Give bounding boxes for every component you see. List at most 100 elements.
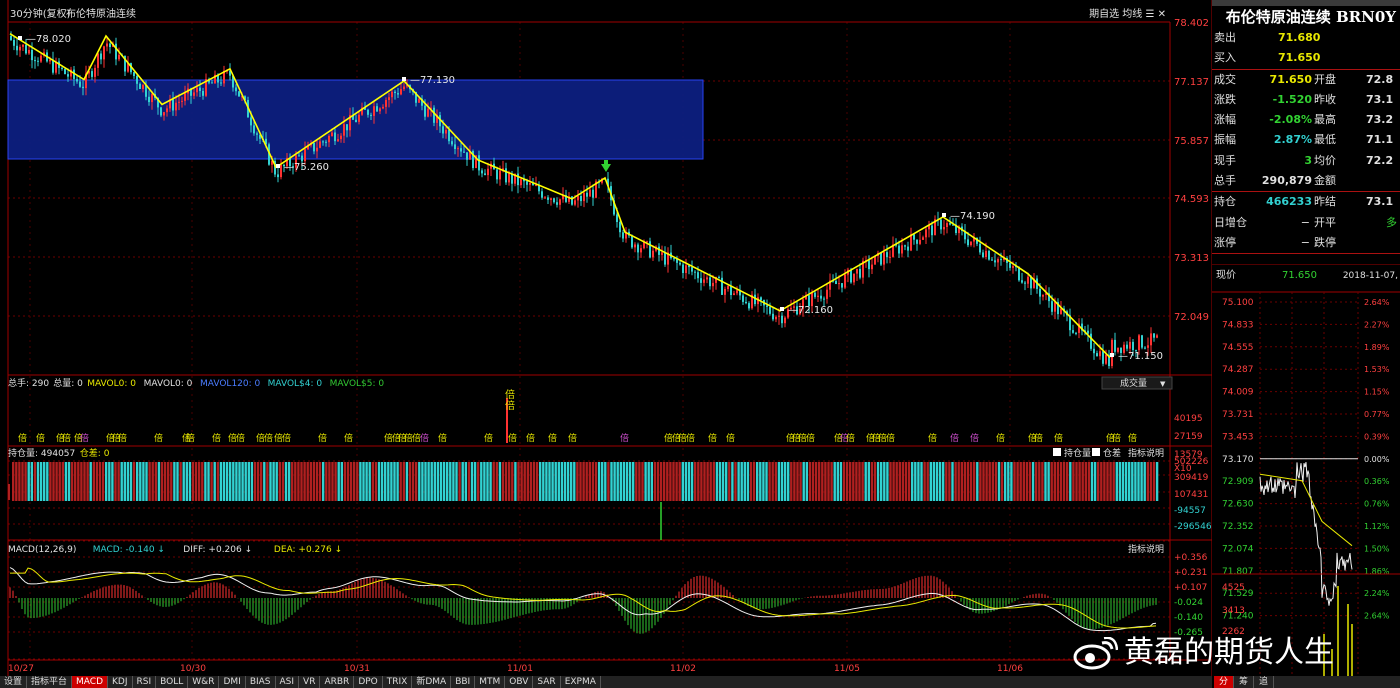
indicator-tab[interactable]: ARBR [320, 676, 355, 688]
oi-bar [67, 462, 71, 501]
oi-bar [247, 462, 250, 501]
right-panel-tabs[interactable]: 分筹追 [1214, 676, 1400, 688]
indicator-tab[interactable]: MTM [475, 676, 506, 688]
indicator-tab[interactable]: BIAS [246, 676, 276, 688]
oi-bar [380, 462, 384, 501]
right-tab[interactable]: 追 [1254, 676, 1275, 688]
right-tab[interactable]: 筹 [1234, 676, 1255, 688]
indicator-tab[interactable]: VR [299, 676, 321, 688]
candle-body [856, 268, 858, 274]
candle-body [1090, 333, 1092, 349]
candle-body [529, 183, 531, 185]
oi-checkbox[interactable] [1053, 448, 1061, 456]
oi-bar [222, 462, 226, 501]
oi-bar [18, 462, 21, 501]
indicator-tab[interactable]: BOLL [156, 676, 189, 688]
candle-body [508, 173, 510, 183]
indicator-tab[interactable]: SAR [533, 676, 561, 688]
indicator-tab[interactable]: EXPMA [561, 676, 601, 688]
candle-body [1129, 341, 1131, 349]
oi-bar [1146, 462, 1149, 501]
candle-body [682, 264, 684, 273]
oi-bar [1025, 462, 1029, 501]
pivot-marker [18, 36, 22, 40]
pivot-label: —77.130 [410, 75, 455, 86]
macd-axis-label: -0.024 [1174, 598, 1203, 608]
oi-bar [390, 462, 393, 501]
oi-bar [765, 462, 768, 501]
candle-body [181, 100, 183, 102]
indicator-tab[interactable]: KDJ [108, 676, 133, 688]
oi-bar [886, 462, 889, 501]
oi-bar [272, 462, 275, 501]
quote-separator [1212, 253, 1400, 255]
indicator-tab[interactable]: 指标平台 [27, 676, 73, 688]
price-axis-label: 77.137 [1174, 77, 1209, 88]
candle-body [1150, 333, 1152, 346]
oi-bar [1050, 462, 1053, 501]
quote-row: 现手 3 均价 72.2 [1212, 151, 1400, 171]
oi-bar [86, 462, 89, 501]
quote-label: 成交 [1214, 72, 1236, 86]
oi-bar [467, 462, 471, 501]
indicator-tab[interactable]: DMI [219, 676, 246, 688]
oi-bar [1084, 462, 1087, 501]
indicator-tab[interactable]: TRIX [383, 676, 413, 688]
oi-bar [365, 462, 368, 501]
right-tab[interactable]: 分 [1214, 676, 1235, 688]
oi-bar [1081, 462, 1084, 501]
candle-body [886, 252, 888, 258]
oi-bar [415, 462, 418, 501]
oi-bar [607, 462, 610, 501]
volume-tag: 倍 [236, 432, 245, 444]
oi-bar [241, 462, 244, 501]
oi-bar [24, 462, 27, 501]
volume-tag: 倍 [508, 432, 517, 444]
oi-bar [188, 462, 192, 501]
volume-tag: 倍 [970, 432, 979, 444]
candle-body [592, 189, 594, 198]
oi-bar [160, 462, 164, 501]
quote-label: 均价 [1314, 153, 1336, 167]
indicator-tab[interactable]: DPO [354, 676, 383, 688]
indicator-tab[interactable]: OBV [505, 676, 534, 688]
indicator-tab[interactable]: MACD [72, 676, 109, 688]
oi-bar [58, 462, 61, 501]
volume-tag: 倍 [344, 432, 353, 444]
candle-body [19, 46, 21, 51]
weibo-logo-icon [1072, 636, 1119, 671]
indicator-tab[interactable]: BBI [451, 676, 476, 688]
pivot-label: —74.190 [950, 211, 995, 222]
oi-bar [979, 462, 982, 501]
indicator-tab[interactable]: RSI [133, 676, 157, 688]
candle-body [319, 141, 321, 148]
diff-checkbox[interactable] [1092, 448, 1100, 456]
oi-bar [1124, 462, 1128, 501]
oi-bar [1109, 462, 1112, 501]
oi-bar [455, 462, 458, 501]
candle-body [373, 106, 375, 116]
volume-tag: 倍 [620, 432, 629, 444]
oi-bar [945, 462, 948, 501]
date-axis-label: 11/05 [834, 664, 860, 674]
volume-axis-label: 27159 [1174, 432, 1203, 442]
volume-tag: 倍 [212, 432, 221, 444]
candle-body [202, 91, 204, 96]
candle-body [250, 117, 252, 126]
indicator-tab[interactable]: 设置 [0, 676, 28, 688]
indicator-tabs[interactable]: 设置 指标平台 MACD KDJ RSI BOLL W&R DMI BIAS ASI VR ARBR D… [0, 676, 1212, 688]
indicator-tab[interactable]: W&R [188, 676, 220, 688]
indicator-tab[interactable]: ASI [276, 676, 300, 688]
candle-body [445, 129, 447, 134]
oi-bar [619, 462, 622, 501]
intraday-price-label: 74.555 [1222, 343, 1254, 353]
indicator-tab[interactable]: 新DMA [412, 676, 452, 688]
candle-body [67, 74, 69, 77]
oi-bar [1028, 462, 1032, 501]
oi-bar [232, 462, 235, 501]
oi-bar [1112, 462, 1115, 501]
oi-bar [802, 462, 805, 501]
oi-bar [108, 462, 111, 501]
candle-body [883, 252, 885, 265]
volume-header-item: MAVOL0: 0 [87, 379, 136, 389]
